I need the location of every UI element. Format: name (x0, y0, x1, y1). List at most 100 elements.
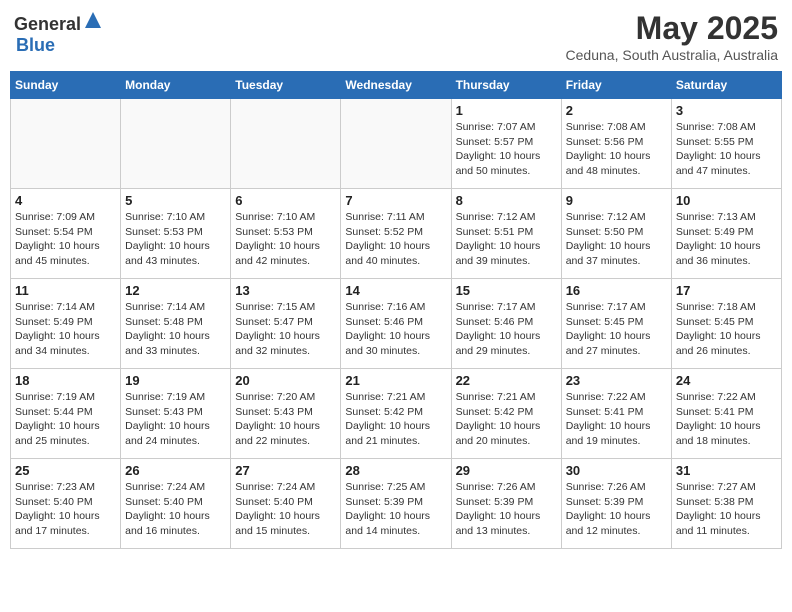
weekday-header-wednesday: Wednesday (341, 72, 451, 99)
day-info: Sunrise: 7:10 AMSunset: 5:53 PMDaylight:… (235, 210, 336, 269)
day-number: 13 (235, 283, 336, 298)
weekday-header-thursday: Thursday (451, 72, 561, 99)
day-info: Sunrise: 7:20 AMSunset: 5:43 PMDaylight:… (235, 390, 336, 449)
month-title: May 2025 (566, 10, 778, 47)
calendar-cell: 16 Sunrise: 7:17 AMSunset: 5:45 PMDayligh… (561, 279, 671, 369)
day-info: Sunrise: 7:19 AMSunset: 5:43 PMDaylight:… (125, 390, 226, 449)
calendar-cell: 9Sunrise: 7:12 AMSunset: 5:50 PMDaylight… (561, 189, 671, 279)
day-info: Sunrise: 7:12 AMSunset: 5:50 PMDaylight:… (566, 210, 667, 269)
calendar-cell: 4 Sunrise: 7:09 AMSunset: 5:54 PMDaylight… (11, 189, 121, 279)
calendar-cell: 28 Sunrise: 7:25 AMSunset: 5:39 PMDayligh… (341, 459, 451, 549)
day-number: 4 (15, 193, 116, 208)
day-info: Sunrise: 7:11 AMSunset: 5:52 PMDaylight:… (345, 210, 446, 269)
calendar-cell: 12 Sunrise: 7:14 AMSunset: 5:48 PMDayligh… (121, 279, 231, 369)
day-number: 15 (456, 283, 557, 298)
day-info: Sunrise: 7:17 AMSunset: 5:45 PMDaylight:… (566, 300, 667, 359)
day-number: 23 (566, 373, 667, 388)
calendar-cell: 18 Sunrise: 7:19 AMSunset: 5:44 PMDayligh… (11, 369, 121, 459)
day-number: 21 (345, 373, 446, 388)
day-info: Sunrise: 7:25 AMSunset: 5:39 PMDaylight:… (345, 480, 446, 539)
day-info: Sunrise: 7:07 AMSunset: 5:57 PMDaylight:… (456, 120, 557, 179)
page-header: General Blue May 2025 Ceduna, South Aust… (10, 10, 782, 63)
calendar-cell: 15 Sunrise: 7:17 AMSunset: 5:46 PMDayligh… (451, 279, 561, 369)
week-row-1: 1 Sunrise: 7:07 AMSunset: 5:57 PMDaylight… (11, 99, 782, 189)
day-info: Sunrise: 7:08 AMSunset: 5:56 PMDaylight:… (566, 120, 667, 179)
day-info: Sunrise: 7:26 AMSunset: 5:39 PMDaylight:… (456, 480, 557, 539)
day-number: 7 (345, 193, 446, 208)
calendar-cell: 20Sunrise: 7:20 AMSunset: 5:43 PMDayligh… (231, 369, 341, 459)
calendar-cell: 24Sunrise: 7:22 AMSunset: 5:41 PMDayligh… (671, 369, 781, 459)
day-info: Sunrise: 7:22 AMSunset: 5:41 PMDaylight:… (566, 390, 667, 449)
day-info: Sunrise: 7:27 AMSunset: 5:38 PMDaylight:… (676, 480, 777, 539)
weekday-header-tuesday: Tuesday (231, 72, 341, 99)
calendar-cell: 27Sunrise: 7:24 AMSunset: 5:40 PMDayligh… (231, 459, 341, 549)
day-info: Sunrise: 7:08 AMSunset: 5:55 PMDaylight:… (676, 120, 777, 179)
day-number: 29 (456, 463, 557, 478)
calendar-cell: 22 Sunrise: 7:21 AMSunset: 5:42 PMDayligh… (451, 369, 561, 459)
calendar-cell: 7 Sunrise: 7:11 AMSunset: 5:52 PMDaylight… (341, 189, 451, 279)
day-number: 10 (676, 193, 777, 208)
day-info: Sunrise: 7:14 AMSunset: 5:49 PMDaylight:… (15, 300, 116, 359)
calendar-cell: 5 Sunrise: 7:10 AMSunset: 5:53 PMDaylight… (121, 189, 231, 279)
day-number: 14 (345, 283, 446, 298)
day-number: 27 (235, 463, 336, 478)
day-number: 16 (566, 283, 667, 298)
day-number: 11 (15, 283, 116, 298)
calendar-cell (341, 99, 451, 189)
calendar-cell: 30Sunrise: 7:26 AMSunset: 5:39 PMDayligh… (561, 459, 671, 549)
calendar-cell: 31 Sunrise: 7:27 AMSunset: 5:38 PMDayligh… (671, 459, 781, 549)
day-number: 3 (676, 103, 777, 118)
day-info: Sunrise: 7:22 AMSunset: 5:41 PMDaylight:… (676, 390, 777, 449)
day-number: 28 (345, 463, 446, 478)
calendar-cell: 6Sunrise: 7:10 AMSunset: 5:53 PMDaylight… (231, 189, 341, 279)
calendar-cell: 19 Sunrise: 7:19 AMSunset: 5:43 PMDayligh… (121, 369, 231, 459)
calendar-cell: 29 Sunrise: 7:26 AMSunset: 5:39 PMDayligh… (451, 459, 561, 549)
week-row-3: 11 Sunrise: 7:14 AMSunset: 5:49 PMDayligh… (11, 279, 782, 369)
week-row-5: 25 Sunrise: 7:23 AMSunset: 5:40 PMDayligh… (11, 459, 782, 549)
day-info: Sunrise: 7:17 AMSunset: 5:46 PMDaylight:… (456, 300, 557, 359)
calendar-cell: 17 Sunrise: 7:18 AMSunset: 5:45 PMDayligh… (671, 279, 781, 369)
day-number: 25 (15, 463, 116, 478)
day-number: 26 (125, 463, 226, 478)
calendar-cell: 25 Sunrise: 7:23 AMSunset: 5:40 PMDayligh… (11, 459, 121, 549)
day-number: 31 (676, 463, 777, 478)
day-info: Sunrise: 7:21 AMSunset: 5:42 PMDaylight:… (345, 390, 446, 449)
weekday-header-sunday: Sunday (11, 72, 121, 99)
day-number: 22 (456, 373, 557, 388)
day-info: Sunrise: 7:09 AMSunset: 5:54 PMDaylight:… (15, 210, 116, 269)
day-info: Sunrise: 7:19 AMSunset: 5:44 PMDaylight:… (15, 390, 116, 449)
day-info: Sunrise: 7:13 AMSunset: 5:49 PMDaylight:… (676, 210, 777, 269)
week-row-2: 4 Sunrise: 7:09 AMSunset: 5:54 PMDaylight… (11, 189, 782, 279)
weekday-header-row: SundayMondayTuesdayWednesdayThursdayFrid… (11, 72, 782, 99)
day-number: 30 (566, 463, 667, 478)
day-info: Sunrise: 7:12 AMSunset: 5:51 PMDaylight:… (456, 210, 557, 269)
day-number: 5 (125, 193, 226, 208)
weekday-header-friday: Friday (561, 72, 671, 99)
calendar-cell: 8Sunrise: 7:12 AMSunset: 5:51 PMDaylight… (451, 189, 561, 279)
day-number: 17 (676, 283, 777, 298)
day-info: Sunrise: 7:14 AMSunset: 5:48 PMDaylight:… (125, 300, 226, 359)
logo-icon (83, 10, 103, 30)
day-info: Sunrise: 7:18 AMSunset: 5:45 PMDaylight:… (676, 300, 777, 359)
day-info: Sunrise: 7:10 AMSunset: 5:53 PMDaylight:… (125, 210, 226, 269)
calendar-cell: 3 Sunrise: 7:08 AMSunset: 5:55 PMDaylight… (671, 99, 781, 189)
calendar-cell: 11 Sunrise: 7:14 AMSunset: 5:49 PMDayligh… (11, 279, 121, 369)
day-number: 12 (125, 283, 226, 298)
day-info: Sunrise: 7:21 AMSunset: 5:42 PMDaylight:… (456, 390, 557, 449)
weekday-header-monday: Monday (121, 72, 231, 99)
calendar-cell: 2Sunrise: 7:08 AMSunset: 5:56 PMDaylight… (561, 99, 671, 189)
day-number: 1 (456, 103, 557, 118)
day-info: Sunrise: 7:16 AMSunset: 5:46 PMDaylight:… (345, 300, 446, 359)
week-row-4: 18 Sunrise: 7:19 AMSunset: 5:44 PMDayligh… (11, 369, 782, 459)
logo-general: General (14, 14, 81, 34)
title-block: May 2025 Ceduna, South Australia, Austra… (566, 10, 778, 63)
location: Ceduna, South Australia, Australia (566, 47, 778, 63)
day-info: Sunrise: 7:15 AMSunset: 5:47 PMDaylight:… (235, 300, 336, 359)
calendar-cell (121, 99, 231, 189)
day-number: 18 (15, 373, 116, 388)
calendar-cell: 23 Sunrise: 7:22 AMSunset: 5:41 PMDayligh… (561, 369, 671, 459)
day-number: 19 (125, 373, 226, 388)
calendar-cell (231, 99, 341, 189)
calendar-cell (11, 99, 121, 189)
day-info: Sunrise: 7:23 AMSunset: 5:40 PMDaylight:… (15, 480, 116, 539)
